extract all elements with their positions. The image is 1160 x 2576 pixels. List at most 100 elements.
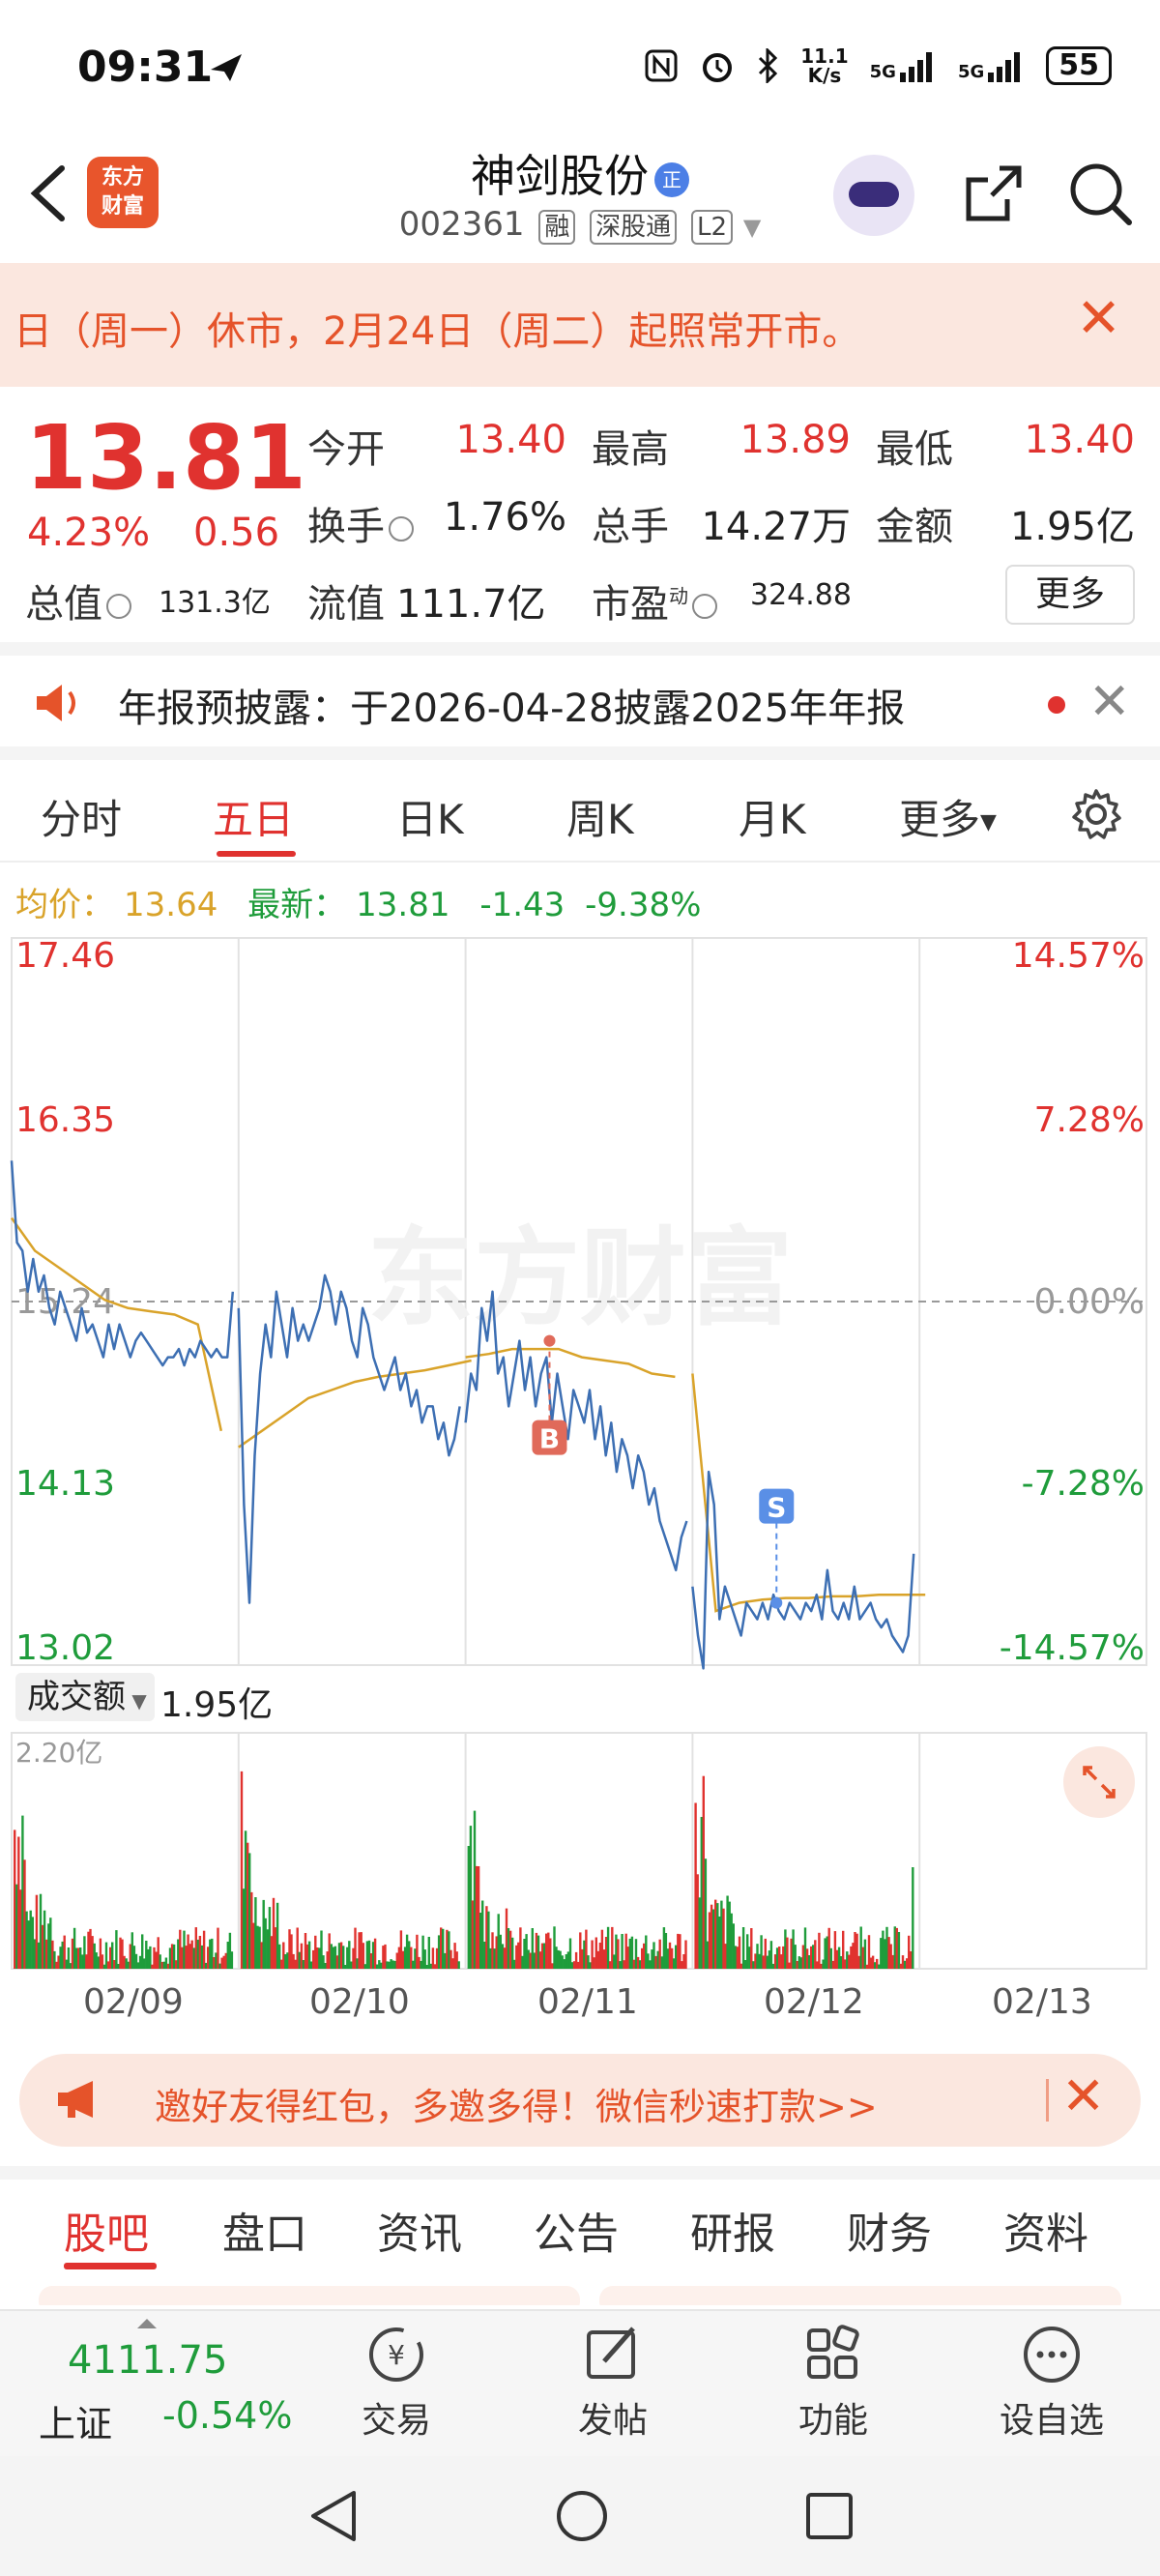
divider xyxy=(0,746,1160,760)
announcement-close-icon[interactable]: ✕ xyxy=(1088,675,1131,729)
turnover-label: 换手 xyxy=(307,495,414,551)
volume-bar xyxy=(395,1952,398,1969)
tab-intraday[interactable]: 分时 xyxy=(41,787,122,846)
volume-bar xyxy=(529,1952,532,1969)
volume-bar xyxy=(130,1932,133,1969)
volume-bar xyxy=(290,1934,293,1969)
info-icon[interactable] xyxy=(106,594,131,619)
volume-bar xyxy=(153,1947,156,1969)
volume-bar xyxy=(734,1946,737,1969)
volume-bar xyxy=(101,1954,104,1969)
volume-bar xyxy=(740,1963,743,1969)
volume-bar xyxy=(450,1949,452,1969)
volume-bar xyxy=(104,1942,108,1969)
y-tick-label-left: 16.35 xyxy=(15,1100,115,1140)
post-button[interactable]: 发帖 xyxy=(545,2319,681,2443)
tab-news[interactable]: 资讯 xyxy=(377,2199,462,2261)
volume-bar xyxy=(891,1954,894,1969)
volume-bar xyxy=(746,1934,749,1969)
volume-bar xyxy=(296,1927,299,1969)
volume-bar xyxy=(829,1947,832,1969)
bluetooth-icon xyxy=(759,48,778,83)
volume-bar xyxy=(399,1930,403,1969)
volume-bar xyxy=(286,1952,289,1969)
volume-bar xyxy=(81,1954,84,1969)
tab-order-book[interactable]: 盘口 xyxy=(222,2199,307,2261)
volume-bar xyxy=(65,1959,68,1969)
volume-bar xyxy=(91,1936,94,1969)
volume-bar xyxy=(766,1955,768,1969)
volume-bar xyxy=(865,1964,869,1969)
volume-bar xyxy=(111,1942,114,1969)
paper-plane-icon xyxy=(211,54,242,81)
share-icon[interactable] xyxy=(955,155,1032,232)
index-value[interactable]: 4111.75 xyxy=(68,2338,227,2383)
more-circle-icon xyxy=(1024,2327,1080,2383)
volume-bar xyxy=(69,1963,72,1969)
volume-bar xyxy=(89,1928,92,1969)
volume-bar xyxy=(517,1942,520,1969)
volume-bar xyxy=(897,1932,901,1969)
search-icon[interactable] xyxy=(1061,155,1139,232)
more-quote-button[interactable]: 更多 xyxy=(1005,565,1135,625)
volume-bar xyxy=(264,1917,267,1969)
volume-bar xyxy=(850,1946,853,1969)
tab-research[interactable]: 研报 xyxy=(690,2199,775,2261)
tab-announcements[interactable]: 公告 xyxy=(534,2199,619,2261)
trade-button[interactable]: ¥ 交易 xyxy=(329,2319,464,2443)
index-change[interactable]: -0.54% xyxy=(162,2394,292,2437)
volume-bar xyxy=(854,1932,856,1969)
volume-bar xyxy=(677,1933,680,1969)
volume-bar xyxy=(207,1947,210,1969)
nav-recents-icon[interactable] xyxy=(798,2485,860,2547)
volume-bar xyxy=(181,1947,184,1969)
volume-bar xyxy=(882,1930,884,1969)
gear-icon[interactable] xyxy=(1067,785,1125,843)
back-button[interactable] xyxy=(19,155,77,232)
volume-bar xyxy=(698,1897,701,1969)
nav-back-icon[interactable] xyxy=(305,2485,363,2547)
tab-financials[interactable]: 财务 xyxy=(847,2199,932,2261)
ai-assistant-avatar[interactable] xyxy=(833,155,914,236)
volume-bar xyxy=(425,1965,428,1969)
tab-forum[interactable]: 股吧 xyxy=(64,2199,149,2261)
volume-bar xyxy=(222,1955,225,1969)
nav-home-icon[interactable] xyxy=(551,2485,613,2547)
tab-profile[interactable]: 资料 xyxy=(1003,2199,1088,2261)
change-percent: 4.23% xyxy=(27,511,151,555)
invite-text[interactable]: 邀好友得红包，多邀多得！微信秒速打款>> xyxy=(155,2077,878,2130)
info-icon[interactable] xyxy=(692,594,717,619)
volume-bar xyxy=(332,1947,334,1969)
status-bar: 09:31 11.1 K/s 5G 5G 55 xyxy=(0,0,1160,135)
volume-bar xyxy=(869,1957,873,1969)
volume-bar xyxy=(895,1927,898,1969)
notice-close-icon[interactable]: ✕ xyxy=(1076,290,1121,348)
tab-weekly-k[interactable]: 周K xyxy=(566,787,634,846)
features-button[interactable]: 功能 xyxy=(766,2319,901,2443)
volume-bar xyxy=(658,1939,661,1969)
volume-bar xyxy=(305,1944,309,1969)
tab-five-day[interactable]: 五日 xyxy=(213,787,294,846)
average-price-line xyxy=(691,1373,926,1613)
stock-code-row[interactable]: 002361 融 深股通 L2 ▼ xyxy=(319,205,841,245)
tab-daily-k[interactable]: 日K xyxy=(396,787,464,846)
index-name[interactable]: 上证 xyxy=(39,2394,112,2447)
app-logo[interactable]: 东方 财富 xyxy=(87,157,159,228)
volume-indicator-select[interactable]: 成交额 ▼ xyxy=(15,1673,155,1721)
volume-bar xyxy=(545,1933,548,1969)
volume-bar xyxy=(901,1955,905,1969)
y-tick-label-right: 7.28% xyxy=(1034,1100,1145,1140)
invite-close-icon[interactable]: ✕ xyxy=(1061,2067,1105,2125)
volume-bar xyxy=(670,1947,674,1969)
volume-bar xyxy=(373,1938,377,1969)
add-watchlist-button[interactable]: 设自选 xyxy=(984,2319,1119,2443)
volume-bar xyxy=(179,1929,182,1969)
info-icon[interactable] xyxy=(389,516,414,542)
announcement-text[interactable]: 年报预披露：于2026-04-28披露2025年年报 xyxy=(118,677,905,733)
tab-more[interactable]: 更多▼ xyxy=(899,787,997,846)
volume-bar xyxy=(408,1941,411,1969)
volume-bar xyxy=(365,1941,369,1969)
five-day-chart[interactable]: 东方财富17.46 14.57%16.35 7.28%15.24 0.00%14.13… xyxy=(0,928,1160,1992)
fullscreen-button[interactable] xyxy=(1063,1746,1135,1818)
tab-monthly-k[interactable]: 月K xyxy=(739,787,806,846)
